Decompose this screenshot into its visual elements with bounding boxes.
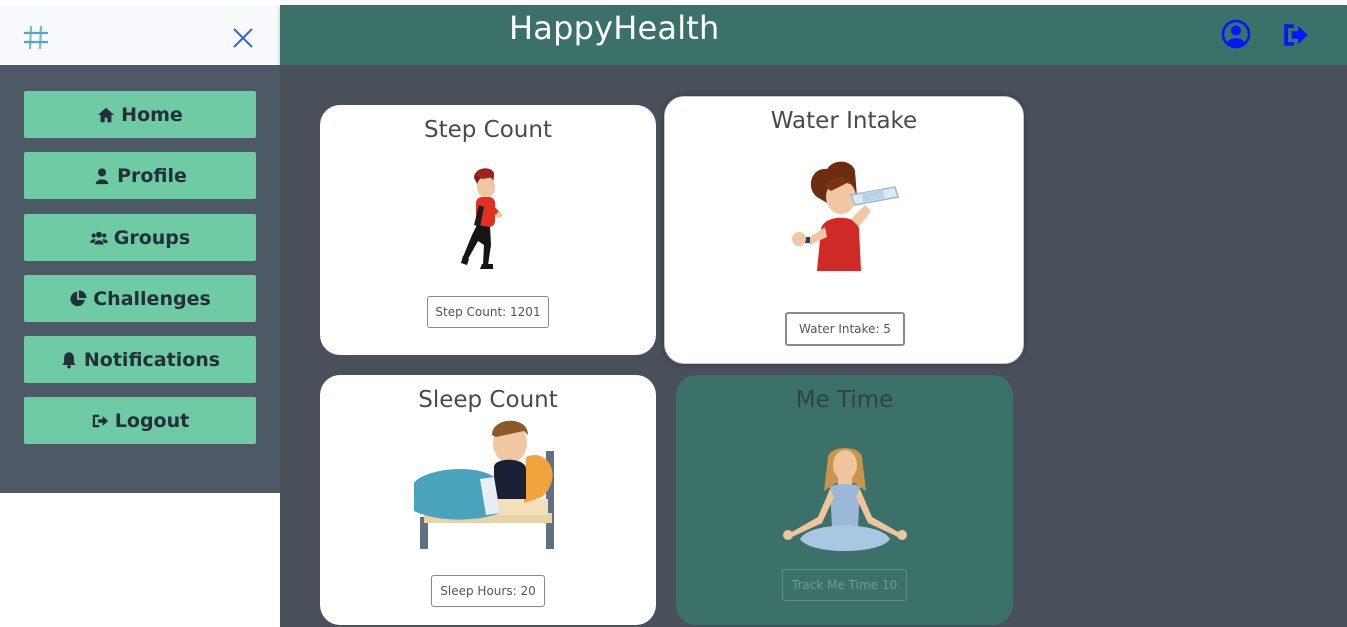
card-title: Step Count — [424, 117, 552, 143]
sidebar-item-notifications[interactable]: Notifications — [24, 336, 256, 383]
step-count-button[interactable]: Step Count: 1201 — [427, 296, 549, 328]
sidebar-item-logout[interactable]: Logout — [24, 397, 256, 444]
sidebar-item-label: Groups — [113, 226, 191, 249]
drinking-boy-illustration — [792, 161, 899, 271]
running-boy-illustration — [461, 168, 502, 269]
sidebar-item-profile[interactable]: Profile — [24, 152, 256, 199]
sidebar-item-home[interactable]: Home — [24, 91, 256, 138]
sleep-hours-button[interactable]: Sleep Hours: 20 — [431, 575, 545, 607]
close-icon[interactable] — [232, 27, 254, 49]
water-intake-card[interactable]: Water Intake Water Intake: 5 — [664, 96, 1024, 364]
sleep-count-card[interactable]: Sleep Count Sleep Hours: 20 — [320, 375, 656, 625]
sidebar-item-label: Home — [121, 103, 183, 126]
card-title: Me Time — [795, 387, 894, 413]
sleepy-boy-in-bed-illustration — [414, 420, 554, 549]
step-count-card[interactable]: Step Count Step Count: 1201 — [320, 105, 656, 355]
sidebar-item-label: Challenges — [93, 287, 211, 310]
sidebar-item-groups[interactable]: Groups — [24, 214, 256, 261]
top-header: HappyHealth — [280, 5, 1347, 65]
meditating-woman-illustration — [783, 448, 907, 551]
sidebar-header — [0, 5, 280, 65]
sign-out-icon[interactable] — [1281, 20, 1311, 50]
sign-out-icon — [92, 414, 108, 427]
sidebar: Home Profile Groups Challenges Notificat… — [0, 65, 280, 493]
dashboard-main: Step Count Step Count: 1201 Water Intake — [280, 65, 1347, 627]
users-icon — [89, 231, 108, 245]
track-me-time-button[interactable]: Track Me Time 10 — [782, 569, 907, 601]
card-title: Sleep Count — [418, 387, 558, 413]
sidebar-item-label: Logout — [114, 409, 190, 432]
me-time-card[interactable]: Me Time Track Me Time 10 — [676, 375, 1013, 625]
user-circle-icon[interactable] — [1221, 19, 1251, 49]
sidebar-item-label: Profile — [117, 164, 187, 187]
home-icon — [98, 107, 115, 122]
app-title: HappyHealth — [509, 9, 720, 47]
sidebar-item-challenges[interactable]: Challenges — [24, 275, 256, 322]
water-intake-button[interactable]: Water Intake: 5 — [785, 312, 905, 346]
bell-icon — [62, 351, 76, 369]
card-title: Water Intake — [770, 108, 918, 134]
hash-icon[interactable] — [22, 23, 50, 51]
sidebar-item-label: Notifications — [83, 348, 221, 371]
pie-chart-icon — [70, 289, 87, 306]
user-icon — [95, 167, 109, 184]
